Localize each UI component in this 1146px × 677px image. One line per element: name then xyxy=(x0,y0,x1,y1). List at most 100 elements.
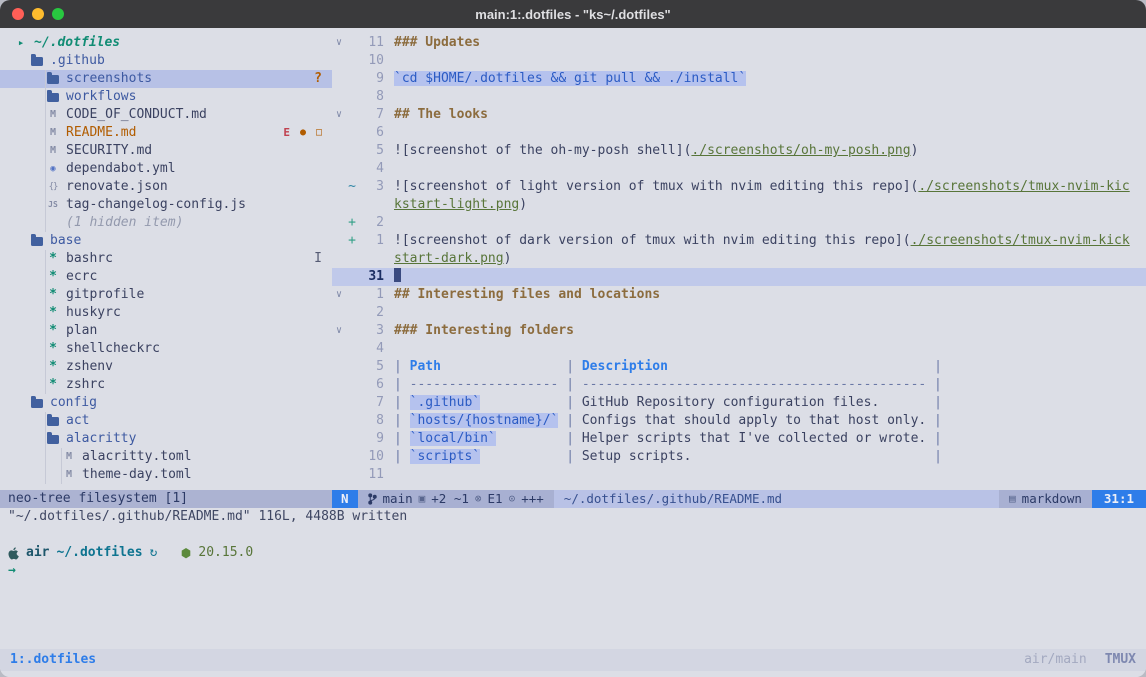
tree-item-dotfiles[interactable]: ▸~/.dotfiles xyxy=(0,34,332,52)
indent-guide xyxy=(45,358,46,376)
tree-item-renovate-json[interactable]: {}renovate.json xyxy=(0,178,332,196)
cursor-position-badge: 31:1 xyxy=(1092,490,1146,508)
indent-guide xyxy=(45,178,46,196)
dotfile-icon: * xyxy=(46,304,60,322)
tree-item-label: theme-day.toml xyxy=(82,466,192,484)
git-sign xyxy=(346,52,358,70)
fold-indicator-icon xyxy=(332,70,346,88)
line-number: 6 xyxy=(358,376,384,394)
tree-item-zshenv[interactable]: *zshenv xyxy=(0,358,332,376)
editor-buffer[interactable]: ∨11### Updates109`cd $HOME/.dotfiles && … xyxy=(332,28,1146,490)
tree-item-shellcheckrc[interactable]: *shellcheckrc xyxy=(0,340,332,358)
tree-item-ecrc[interactable]: *ecrc xyxy=(0,268,332,286)
fold-indicator-icon xyxy=(332,304,346,322)
prompt-input-line[interactable]: → xyxy=(0,562,1146,580)
line-text: ![screenshot of light version of tmux wi… xyxy=(384,178,1130,196)
indent-guide xyxy=(45,412,46,430)
updates-icon: ⊙ xyxy=(509,490,516,508)
tree-item-act[interactable]: act xyxy=(0,412,332,430)
line-number: 11 xyxy=(358,466,384,484)
indent-guide xyxy=(45,376,46,394)
editor-line[interactable]: ∨1## Interesting files and locations xyxy=(332,286,1146,304)
git-sign xyxy=(346,70,358,88)
editor-line[interactable]: 9`cd $HOME/.dotfiles && git pull && ./in… xyxy=(332,70,1146,88)
tree-item-config[interactable]: config xyxy=(0,394,332,412)
editor-line[interactable]: 5| Path | Description | xyxy=(332,358,1146,376)
editor-line[interactable]: +1![screenshot of dark version of tmux w… xyxy=(332,232,1146,250)
tree-item-code-of-conduct-md[interactable]: MCODE_OF_CONDUCT.md xyxy=(0,106,332,124)
editor-line[interactable]: 11 xyxy=(332,466,1146,484)
diagnostic-error-icon: ⊗ xyxy=(475,490,482,508)
tree-item-1-hidden-item[interactable]: (1 hidden item) xyxy=(0,214,332,232)
tree-item-theme-day-toml[interactable]: Mtheme-day.toml xyxy=(0,466,332,484)
tree-item-tag-changelog-config-js[interactable]: JStag-changelog-config.js xyxy=(0,196,332,214)
line-number: 7 xyxy=(358,106,384,124)
git-sign xyxy=(346,196,358,214)
editor-line[interactable]: kstart-light.png) xyxy=(332,196,1146,214)
tree-item-huskyrc[interactable]: *huskyrc xyxy=(0,304,332,322)
minimize-window-button[interactable] xyxy=(32,8,44,20)
toml-file-icon: M xyxy=(62,466,76,484)
window-titlebar[interactable]: main:1:.dotfiles - "ks~/.dotfiles" xyxy=(0,0,1146,28)
line-number: 8 xyxy=(358,88,384,106)
editor-line[interactable]: +2 xyxy=(332,214,1146,232)
git-sign xyxy=(346,394,358,412)
editor-line[interactable]: ∨11### Updates xyxy=(332,34,1146,52)
editor-line[interactable]: 8| `hosts/{hostname}/` | Configs that sh… xyxy=(332,412,1146,430)
editor-line[interactable]: ~3![screenshot of light version of tmux … xyxy=(332,178,1146,196)
editor-line[interactable]: 6| ------------------- | ---------------… xyxy=(332,376,1146,394)
tree-item-zshrc[interactable]: *zshrc xyxy=(0,376,332,394)
tree-item-plan[interactable]: *plan xyxy=(0,322,332,340)
fold-indicator-icon xyxy=(332,376,346,394)
editor-line[interactable]: ∨7## The looks xyxy=(332,106,1146,124)
tmux-window-name[interactable]: 1:.dotfiles xyxy=(10,651,96,669)
line-number: 10 xyxy=(358,52,384,70)
git-sign: + xyxy=(346,232,358,250)
editor-line[interactable]: 4 xyxy=(332,160,1146,178)
editor-line[interactable]: 10 xyxy=(332,52,1146,70)
editor-line[interactable]: 2 xyxy=(332,304,1146,322)
tree-item-github[interactable]: .github xyxy=(0,52,332,70)
tree-item-bashrc[interactable]: *bashrcI xyxy=(0,250,332,268)
tree-item-readme-md[interactable]: MREADME.mdE●□ xyxy=(0,124,332,142)
indent-guide xyxy=(45,88,46,106)
editor-line[interactable]: start-dark.png) xyxy=(332,250,1146,268)
tree-item-alacritty-toml[interactable]: Malacritty.toml xyxy=(0,448,332,466)
dotfile-icon: * xyxy=(46,250,60,268)
tree-item-security-md[interactable]: MSECURITY.md xyxy=(0,142,332,160)
line-text xyxy=(384,466,394,484)
editor-line[interactable]: ∨3### Interesting folders xyxy=(332,322,1146,340)
folder-icon xyxy=(30,237,44,246)
git-sign xyxy=(346,88,358,106)
line-number: 9 xyxy=(358,70,384,88)
editor-cursor-line[interactable]: 31 xyxy=(332,268,1146,286)
line-text: | ------------------- | ----------------… xyxy=(384,376,942,394)
zoom-window-button[interactable] xyxy=(52,8,64,20)
tree-item-label: plan xyxy=(66,322,97,340)
editor-line[interactable]: 9| `local/bin` | Helper scripts that I'v… xyxy=(332,430,1146,448)
folder-icon xyxy=(46,93,60,102)
tree-item-dependabot-yml[interactable]: ◉dependabot.yml xyxy=(0,160,332,178)
tree-item-label: .github xyxy=(50,52,105,70)
editor-line[interactable]: 4 xyxy=(332,340,1146,358)
git-sign: ~ xyxy=(346,178,358,196)
tree-item-alacritty[interactable]: alacritty xyxy=(0,430,332,448)
traffic-lights xyxy=(12,0,64,28)
editor-line[interactable]: 6 xyxy=(332,124,1146,142)
fold-indicator-icon: ∨ xyxy=(332,34,346,52)
fold-indicator-icon xyxy=(332,214,346,232)
editor-line[interactable]: 8 xyxy=(332,88,1146,106)
editor-line[interactable]: 7| `.github` | GitHub Repository configu… xyxy=(332,394,1146,412)
tree-item-base[interactable]: base xyxy=(0,232,332,250)
indent-guide xyxy=(45,214,46,232)
git-sign xyxy=(346,358,358,376)
editor-line[interactable]: 10| `scripts` | Setup scripts. | xyxy=(332,448,1146,466)
tree-item-gitprofile[interactable]: *gitprofile xyxy=(0,286,332,304)
tree-item-screenshots[interactable]: screenshots? xyxy=(0,70,332,88)
close-window-button[interactable] xyxy=(12,8,24,20)
fold-indicator-icon xyxy=(332,178,346,196)
git-sign xyxy=(346,250,358,268)
line-number: 3 xyxy=(358,322,384,340)
editor-line[interactable]: 5![screenshot of the oh-my-posh shell](.… xyxy=(332,142,1146,160)
tree-item-workflows[interactable]: workflows xyxy=(0,88,332,106)
